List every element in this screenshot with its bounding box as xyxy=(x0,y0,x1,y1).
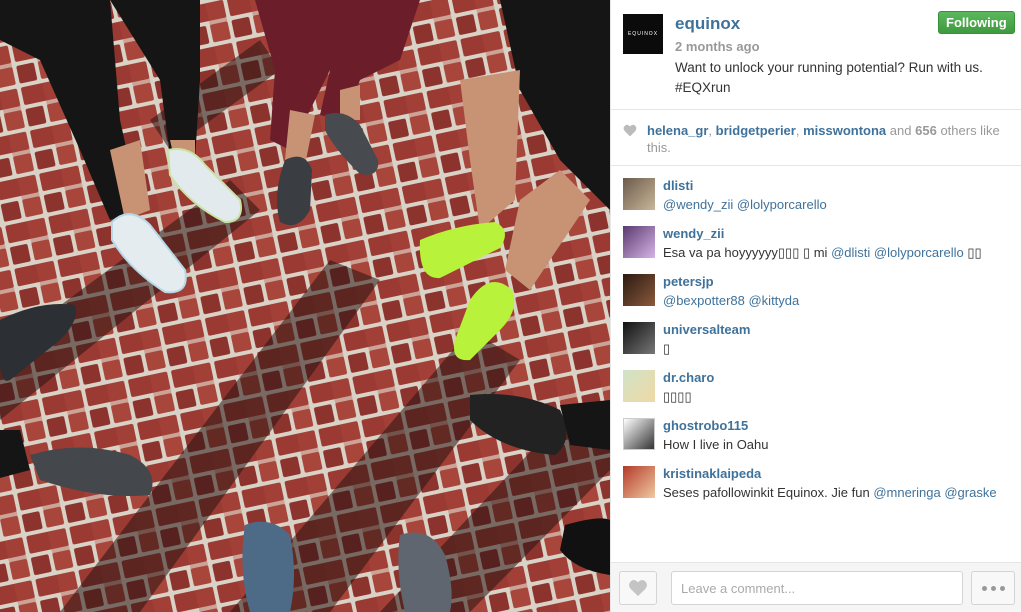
post-caption: Want to unlock your running potential? R… xyxy=(675,58,1005,98)
comment-avatar[interactable] xyxy=(623,418,655,450)
comment-text-body: How I live in Oahu xyxy=(663,437,769,452)
mention-link[interactable]: @bexpotter88 xyxy=(663,293,745,308)
comment-text-tail: ▯▯ xyxy=(967,245,982,260)
comment-text-body: Esa va pa hoyyyyyy▯▯▯ ▯ mi xyxy=(663,245,828,260)
likes-summary: helena_gr, bridgetperier, misswontona an… xyxy=(611,110,1021,166)
likes-count[interactable]: 656 xyxy=(915,123,937,138)
like-button[interactable] xyxy=(619,571,657,605)
heart-icon xyxy=(629,580,647,597)
mention-link[interactable]: @wendy_zii xyxy=(663,197,733,212)
mention-link[interactable]: @mneringa xyxy=(873,485,940,500)
post-details-panel: EQUINOX equinox 2 months ago Want to unl… xyxy=(610,0,1021,612)
post-username[interactable]: equinox xyxy=(675,14,740,34)
post-image xyxy=(0,0,610,612)
comment-text: How I live in Oahu xyxy=(663,437,769,452)
comment-item: ghostrobo115 How I live in Oahu xyxy=(611,406,1021,454)
caption-line: Want to unlock your running potential? R… xyxy=(675,60,983,75)
more-options-icon xyxy=(999,585,1005,591)
more-options-icon xyxy=(990,585,996,591)
heart-icon xyxy=(623,124,637,137)
comment-item: universalteam ▯ xyxy=(611,310,1021,358)
comment-username[interactable]: petersjp xyxy=(663,274,714,289)
comment-item: petersjp @bexpotter88 @kittyda xyxy=(611,262,1021,310)
caption-hashtag[interactable]: #EQXrun xyxy=(675,78,1005,98)
avatar-logo-text: EQUINOX xyxy=(627,31,659,37)
comment-avatar[interactable] xyxy=(623,322,655,354)
comment-username[interactable]: dlisti xyxy=(663,178,693,193)
post-timestamp[interactable]: 2 months ago xyxy=(675,39,760,54)
comment-item: dlisti @wendy_zii @lolyporcarello xyxy=(611,166,1021,214)
comment-avatar[interactable] xyxy=(623,274,655,306)
comment-text: ▯▯▯▯ xyxy=(663,389,692,405)
mention-link[interactable]: @dlisti xyxy=(831,245,870,260)
comment-text: Esa va pa hoyyyyyy▯▯▯ ▯ mi @dlisti @loly… xyxy=(663,245,982,261)
mention-link[interactable]: @graske xyxy=(944,485,996,500)
comment-item: wendy_zii Esa va pa hoyyyyyy▯▯▯ ▯ mi @dli… xyxy=(611,214,1021,262)
more-options-button[interactable] xyxy=(971,571,1015,605)
comment-bar xyxy=(611,562,1021,612)
following-button[interactable]: Following xyxy=(938,11,1015,34)
comment-username[interactable]: kristinaklaipeda xyxy=(663,466,761,481)
comment-avatar[interactable] xyxy=(623,466,655,498)
comment-username[interactable]: dr.charo xyxy=(663,370,714,385)
more-options-icon xyxy=(981,585,987,591)
comment-username[interactable]: universalteam xyxy=(663,322,750,337)
liker-link[interactable]: helena_gr xyxy=(647,123,708,138)
comment-text: @wendy_zii @lolyporcarello xyxy=(663,197,827,212)
mention-link[interactable]: @lolyporcarello xyxy=(737,197,827,212)
liker-link[interactable]: misswontona xyxy=(803,123,886,138)
comments-list[interactable]: dlisti @wendy_zii @lolyporcarello wendy_z… xyxy=(611,166,1021,562)
comment-username[interactable]: ghostrobo115 xyxy=(663,418,748,433)
liker-link[interactable]: bridgetperier xyxy=(716,123,796,138)
comment-avatar[interactable] xyxy=(623,226,655,258)
comment-text-body: ▯ xyxy=(663,341,671,356)
comment-text: @bexpotter88 @kittyda xyxy=(663,293,799,308)
post-photo[interactable] xyxy=(0,0,610,612)
comment-text: ▯ xyxy=(663,341,670,357)
comment-avatar[interactable] xyxy=(623,178,655,210)
comment-text-body: ▯▯▯▯ xyxy=(663,389,692,404)
comment-text: Seses pafollowinkit Equinox. Jie fun @mn… xyxy=(663,485,997,500)
comment-username[interactable]: wendy_zii xyxy=(663,226,724,241)
mention-link[interactable]: @kittyda xyxy=(748,293,799,308)
post-header: EQUINOX equinox 2 months ago Want to unl… xyxy=(611,0,1021,110)
comment-avatar[interactable] xyxy=(623,370,655,402)
mention-link[interactable]: @lolyporcarello xyxy=(874,245,964,260)
comment-item: dr.charo ▯▯▯▯ xyxy=(611,358,1021,406)
comment-text-body: Seses pafollowinkit Equinox. Jie fun xyxy=(663,485,870,500)
comment-item: kristinaklaipeda Seses pafollowinkit Equi… xyxy=(611,454,1021,502)
likes-text: helena_gr, bridgetperier, misswontona an… xyxy=(647,123,1000,155)
comment-input[interactable] xyxy=(671,571,963,605)
likes-and-text: and xyxy=(889,123,912,138)
avatar[interactable]: EQUINOX xyxy=(623,14,663,54)
